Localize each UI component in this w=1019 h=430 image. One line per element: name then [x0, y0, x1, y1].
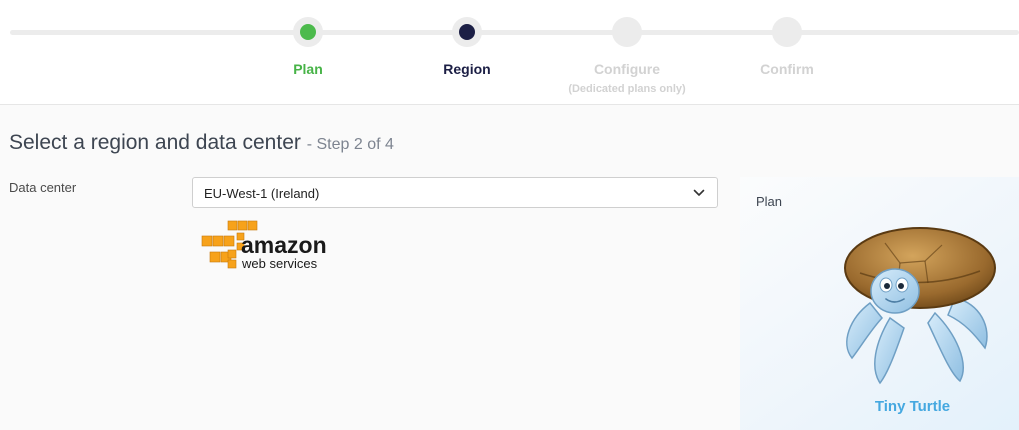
- step-current-icon: [459, 24, 475, 40]
- turtle-icon: [844, 227, 996, 385]
- step-indicator: - Step 2 of 4: [306, 136, 394, 153]
- plan-panel: Plan Tiny Turtle: [740, 177, 1019, 430]
- data-center-selected-value: EU-West-1 (Ireland): [204, 186, 320, 201]
- step-confirm-marker: [772, 17, 802, 47]
- step-confirm: Confirm: [707, 17, 867, 77]
- step-confirm-label: Confirm: [760, 61, 814, 77]
- data-center-select[interactable]: EU-West-1 (Ireland): [192, 177, 718, 208]
- page-title: Select a region and data center - Step 2…: [9, 131, 394, 155]
- aws-wordmark: amazon: [241, 232, 327, 258]
- aws-logo-graphic: amazon web services: [201, 220, 327, 271]
- plan-panel-title: Plan: [756, 194, 783, 209]
- step-plan-label: Plan: [293, 61, 323, 77]
- step-plan-marker: [293, 17, 323, 47]
- progress-stepper: Plan Region Configure (Dedicated plans o…: [0, 0, 1019, 105]
- chevron-down-icon: [693, 189, 705, 196]
- data-center-label: Data center: [9, 180, 77, 195]
- step-region: Region: [387, 17, 547, 77]
- step-region-label: Region: [443, 61, 491, 77]
- aws-sub-wordmark: web services: [241, 256, 318, 271]
- step-plan[interactable]: Plan: [228, 17, 388, 77]
- page-title-text: Select a region and data center: [9, 131, 301, 154]
- aws-logo-icon: amazon web services: [200, 220, 335, 272]
- step-configure: Configure (Dedicated plans only): [547, 17, 707, 95]
- step-region-marker: [452, 17, 482, 47]
- plan-name: Tiny Turtle: [874, 398, 951, 415]
- step-configure-label: Configure: [593, 61, 661, 77]
- step-configure-sublabel: (Dedicated plans only): [568, 83, 686, 95]
- step-complete-icon: [300, 24, 316, 40]
- step-configure-marker: [612, 17, 642, 47]
